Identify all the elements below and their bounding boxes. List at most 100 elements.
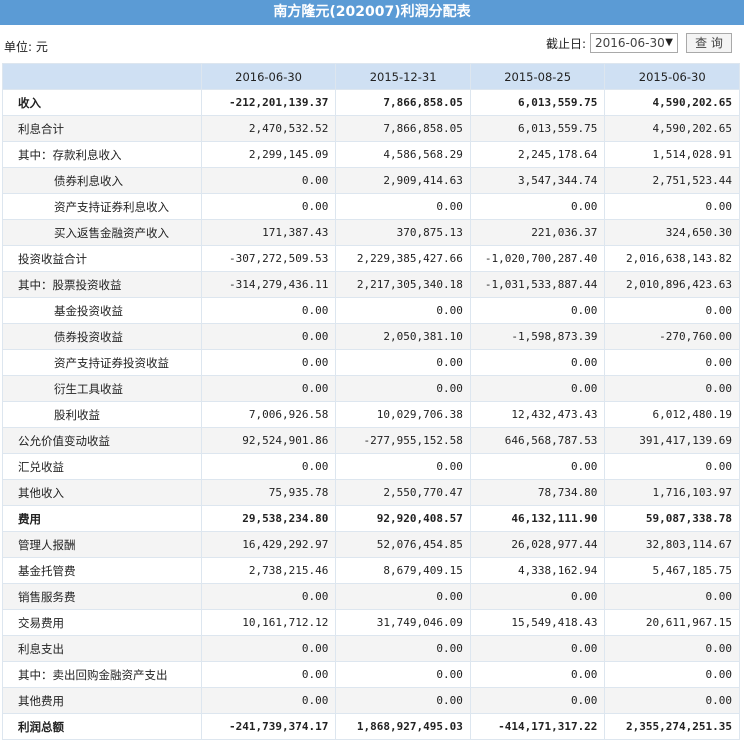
row-value: 78,734.80 — [469, 479, 606, 506]
row-value: 0.00 — [604, 453, 740, 480]
row-value: 2,738,215.46 — [200, 557, 337, 584]
row-value: 0.00 — [469, 583, 606, 610]
row-label: 买入返售金融资产收入 — [2, 219, 202, 246]
row-value: 4,338,162.94 — [469, 557, 606, 584]
row-value: 46,132,111.90 — [469, 505, 606, 532]
table-row: 其中：股票投资收益 -314,279,436.11 2,217,305,340.18… — [2, 271, 740, 298]
table-row: 债券利息收入 0.00 2,909,414.63 3,547,344.74 2,751,… — [2, 167, 740, 194]
row-value: 6,012,480.19 — [604, 401, 740, 428]
row-value: 2,909,414.63 — [335, 167, 471, 194]
row-value: -1,031,533,887.44 — [469, 271, 606, 298]
row-label: 资产支持证券投资收益 — [2, 349, 202, 376]
row-value: 4,590,202.65 — [604, 115, 740, 142]
row-label: 公允价值变动收益 — [2, 427, 202, 454]
row-label: 债券利息收入 — [2, 167, 202, 194]
date-filter: 截止日: 2016-06-30 ▼ 查 询 — [546, 33, 732, 53]
row-label: 债券投资收益 — [2, 323, 202, 350]
row-value: 0.00 — [335, 349, 471, 376]
row-value: 0.00 — [604, 375, 740, 402]
row-value: 0.00 — [604, 349, 740, 376]
row-label: 衍生工具收益 — [2, 375, 202, 402]
row-value: -1,598,873.39 — [469, 323, 606, 350]
row-value: 0.00 — [604, 297, 740, 324]
row-value: 4,586,568.29 — [335, 141, 471, 168]
row-value: 16,429,292.97 — [200, 531, 337, 558]
table-row: 公允价值变动收益 92,524,901.86 -277,955,152.58 646,… — [2, 427, 740, 454]
row-value: 0.00 — [469, 297, 606, 324]
row-value: 2,245,178.64 — [469, 141, 606, 168]
row-value: 0.00 — [200, 349, 337, 376]
row-label: 投资收益合计 — [2, 245, 202, 272]
table-row: 其中：存款利息收入 2,299,145.09 4,586,568.29 2,245,1… — [2, 141, 740, 168]
row-value: 0.00 — [335, 687, 471, 714]
table-row: 其他费用 0.00 0.00 0.00 0.00 — [2, 687, 740, 714]
row-value: 5,467,185.75 — [604, 557, 740, 584]
row-value: 4,590,202.65 — [604, 89, 740, 116]
row-label: 交易费用 — [2, 609, 202, 636]
date-label: 截止日: — [545, 36, 586, 51]
table-row: 收入 -212,201,139.37 7,866,858.05 6,013,559.7… — [2, 89, 740, 116]
unit-label: 单位: 元 — [4, 40, 48, 54]
row-value: 0.00 — [604, 687, 740, 714]
row-value: 370,875.13 — [335, 219, 471, 246]
row-value: 0.00 — [335, 635, 471, 662]
row-value: 6,013,559.75 — [469, 89, 606, 116]
row-value: 2,751,523.44 — [604, 167, 740, 194]
row-value: 391,417,139.69 — [604, 427, 740, 454]
row-value: 0.00 — [335, 375, 471, 402]
toolbar: 单位: 元 截止日: 2016-06-30 ▼ 查 询 — [0, 25, 744, 63]
table-row: 其他收入 75,935.78 2,550,770.47 78,734.80 1,716,… — [2, 479, 740, 506]
row-value: 646,568,787.53 — [469, 427, 606, 454]
date-select[interactable]: 2016-06-30 ▼ — [590, 33, 678, 53]
row-value: 0.00 — [200, 375, 337, 402]
row-value: 324,650.30 — [604, 219, 740, 246]
row-value: 1,716,103.97 — [604, 479, 740, 506]
column-header — [2, 63, 202, 90]
row-value: -212,201,139.37 — [200, 89, 337, 116]
row-label: 销售服务费 — [2, 583, 202, 610]
table-body: 收入 -212,201,139.37 7,866,858.05 6,013,559.7… — [2, 89, 740, 740]
row-value: 3,547,344.74 — [469, 167, 606, 194]
column-header: 2015-06-30 — [604, 63, 740, 90]
row-value: 0.00 — [335, 297, 471, 324]
row-value: 59,087,338.78 — [604, 505, 740, 532]
table-row: 管理人报酬 16,429,292.97 52,076,454.85 26,028,97… — [2, 531, 740, 558]
row-value: 7,866,858.05 — [335, 115, 471, 142]
row-value: 0.00 — [604, 193, 740, 220]
query-button[interactable]: 查 询 — [686, 33, 732, 53]
table-row: 投资收益合计 -307,272,509.53 2,229,385,427.66 -1,… — [2, 245, 740, 272]
table-row: 利息支出 0.00 0.00 0.00 0.00 — [2, 635, 740, 662]
row-value: -307,272,509.53 — [200, 245, 337, 272]
row-value: 0.00 — [469, 661, 606, 688]
table-row: 债券投资收益 0.00 2,050,381.10 -1,598,873.39 -270,… — [2, 323, 740, 350]
row-value: 0.00 — [335, 453, 471, 480]
row-label: 利息合计 — [2, 115, 202, 142]
row-value: 75,935.78 — [200, 479, 337, 506]
table-row: 其中：卖出回购金融资产支出 0.00 0.00 0.00 0.00 — [2, 661, 740, 688]
row-value: 10,161,712.12 — [200, 609, 337, 636]
table-row: 买入返售金融资产收入 171,387.43 370,875.13 221,036.37… — [2, 219, 740, 246]
row-value: 0.00 — [200, 323, 337, 350]
row-value: 2,050,381.10 — [335, 323, 471, 350]
column-header: 2015-12-31 — [335, 63, 471, 90]
table-row: 汇兑收益 0.00 0.00 0.00 0.00 — [2, 453, 740, 480]
table-row: 股利收益 7,006,926.58 10,029,706.38 12,432,473.… — [2, 401, 740, 428]
row-value: 6,013,559.75 — [469, 115, 606, 142]
row-value: 15,549,418.43 — [469, 609, 606, 636]
date-select-value: 2016-06-30 — [595, 36, 665, 50]
row-value: 52,076,454.85 — [335, 531, 471, 558]
row-value: 92,920,408.57 — [335, 505, 471, 532]
row-value: 2,016,638,143.82 — [604, 245, 740, 272]
row-value: 2,470,532.52 — [200, 115, 337, 142]
row-value: 31,749,046.09 — [335, 609, 471, 636]
row-value: 10,029,706.38 — [335, 401, 471, 428]
table-row: 资产支持证券投资收益 0.00 0.00 0.00 0.00 — [2, 349, 740, 376]
row-label: 基金托管费 — [2, 557, 202, 584]
row-value: 1,514,028.91 — [604, 141, 740, 168]
profit-distribution-table: 2016-06-30 2015-12-31 2015-08-25 2015-06… — [2, 63, 740, 740]
row-value: 20,611,967.15 — [604, 609, 740, 636]
row-value: 26,028,977.44 — [469, 531, 606, 558]
table-row: 衍生工具收益 0.00 0.00 0.00 0.00 — [2, 375, 740, 402]
row-value: 12,432,473.43 — [469, 401, 606, 428]
row-value: 0.00 — [469, 349, 606, 376]
